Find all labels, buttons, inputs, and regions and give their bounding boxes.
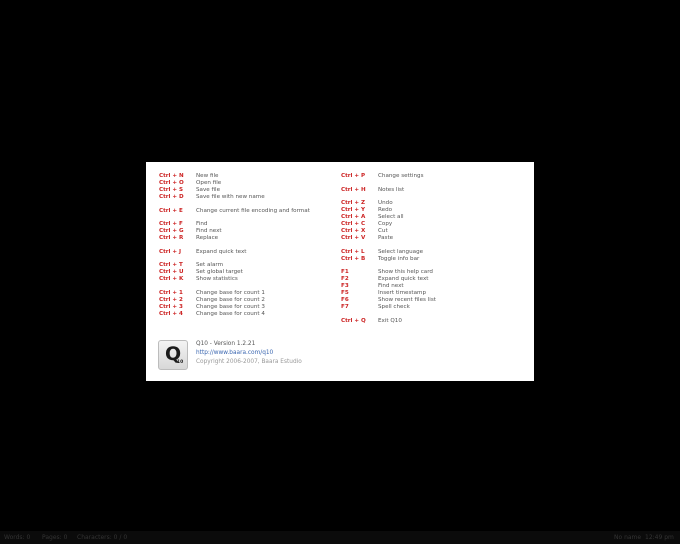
- shortcut-action: Save file: [196, 187, 221, 193]
- shortcut-action: Copy: [378, 221, 393, 228]
- shortcut-action: Change settings: [378, 173, 424, 179]
- shortcut-key: F2: [341, 276, 349, 283]
- q10-app-icon: Q 10: [158, 340, 188, 370]
- shortcut-action: Exit Q10: [378, 317, 402, 324]
- shortcut-action: Open file: [196, 180, 222, 186]
- shortcut-key: Ctrl + C: [341, 221, 366, 228]
- shortcut-key: F7: [341, 304, 349, 311]
- shortcut-key: Ctrl + S: [159, 187, 184, 193]
- shortcut-action: Change base for count 1: [196, 289, 265, 296]
- shortcut-action: Find: [196, 221, 208, 228]
- shortcut-action: Cut: [378, 228, 388, 235]
- shortcut-key: Ctrl + P: [341, 173, 366, 179]
- shortcut-action: Expand quick text: [378, 276, 429, 283]
- shortcut-key: Ctrl + 4: [159, 310, 183, 317]
- status-time: 12:49 pm: [645, 534, 674, 541]
- app-url-link[interactable]: http://www.baara.com/q10: [196, 350, 273, 356]
- shortcut-action: Undo: [378, 200, 393, 207]
- shortcut-key: Ctrl + L: [341, 248, 365, 255]
- app-copyright: Copyright 2006-2007, Baara Estudio: [196, 359, 302, 365]
- shortcut-action: Show statistics: [196, 276, 238, 283]
- status-characters: Characters: 0 / 0: [77, 534, 128, 541]
- shortcut-action: Select language: [378, 248, 424, 255]
- shortcut-key: Ctrl + B: [341, 255, 366, 262]
- shortcut-action: Set global target: [196, 269, 243, 276]
- app-version: Q10 - Version 1.2.21: [196, 341, 256, 347]
- shortcut-key: Ctrl + N: [159, 173, 184, 179]
- shortcut-key: Ctrl + O: [159, 180, 184, 186]
- shortcut-key: Ctrl + E: [159, 207, 183, 214]
- shortcut-action: Toggle info bar: [378, 255, 420, 262]
- shortcut-action: Redo: [378, 207, 393, 214]
- shortcut-key: Ctrl + 1: [159, 289, 183, 296]
- shortcut-key: Ctrl + R: [159, 235, 184, 242]
- shortcut-key: Ctrl + X: [341, 228, 366, 235]
- shortcut-key: Ctrl + 3: [159, 303, 183, 310]
- shortcut-key: F1: [341, 269, 349, 276]
- shortcut-action: Change base for count 2: [196, 296, 265, 303]
- shortcut-key: Ctrl + V: [341, 235, 366, 242]
- status-pages: Pages: 0: [42, 534, 68, 541]
- shortcut-key: Ctrl + G: [159, 228, 184, 235]
- shortcut-key: Ctrl + A: [341, 214, 366, 221]
- shortcut-action: New file: [196, 173, 219, 179]
- shortcut-key: Ctrl + K: [159, 276, 184, 283]
- shortcut-action: Find next: [378, 283, 404, 290]
- shortcut-key: Ctrl + 2: [159, 296, 183, 303]
- shortcut-action: Set alarm: [196, 262, 224, 269]
- shortcut-key: Ctrl + T: [159, 262, 183, 269]
- shortcut-key: F6: [341, 297, 349, 304]
- shortcut-key: F3: [341, 283, 349, 290]
- shortcut-action: Change current file encoding and format: [196, 207, 310, 214]
- shortcut-action: Change base for count 4: [196, 310, 265, 317]
- shortcut-action: Select all: [378, 214, 404, 221]
- app-icon-sub: 10: [177, 360, 184, 365]
- shortcut-action: Change base for count 3: [196, 303, 265, 310]
- shortcut-action: Replace: [196, 235, 219, 242]
- shortcut-action: Spell check: [378, 304, 410, 311]
- shortcut-action: Notes list: [378, 186, 405, 193]
- help-card: Ctrl + N New file Ctrl + O Open file Ctrl + …: [146, 162, 534, 381]
- shortcut-action: Show this help card: [378, 269, 433, 276]
- shortcut-action: Save file with new name: [196, 194, 265, 200]
- shortcut-action: Show recent files list: [378, 297, 436, 304]
- shortcut-action: Insert timestamp: [378, 290, 426, 297]
- shortcut-key: Ctrl + Z: [341, 200, 366, 207]
- shortcut-action: Expand quick text: [196, 248, 247, 255]
- shortcut-key: Ctrl + J: [159, 248, 182, 255]
- shortcut-key: Ctrl + H: [341, 186, 366, 193]
- status-bar: Words: 0 Pages: 0 Characters: 0 / 0 No n…: [0, 531, 680, 544]
- shortcut-key: Ctrl + Q: [341, 317, 366, 324]
- shortcut-key: Ctrl + Y: [341, 207, 366, 214]
- shortcut-key: Ctrl + D: [159, 194, 184, 200]
- shortcut-key: Ctrl + F: [159, 221, 183, 228]
- shortcut-action: Paste: [378, 235, 394, 242]
- shortcut-key: Ctrl + U: [159, 269, 184, 276]
- status-file-name: No name: [614, 534, 642, 541]
- shortcut-action: Find next: [196, 228, 222, 235]
- shortcut-key: F5: [341, 290, 349, 297]
- status-words: Words: 0: [4, 534, 31, 541]
